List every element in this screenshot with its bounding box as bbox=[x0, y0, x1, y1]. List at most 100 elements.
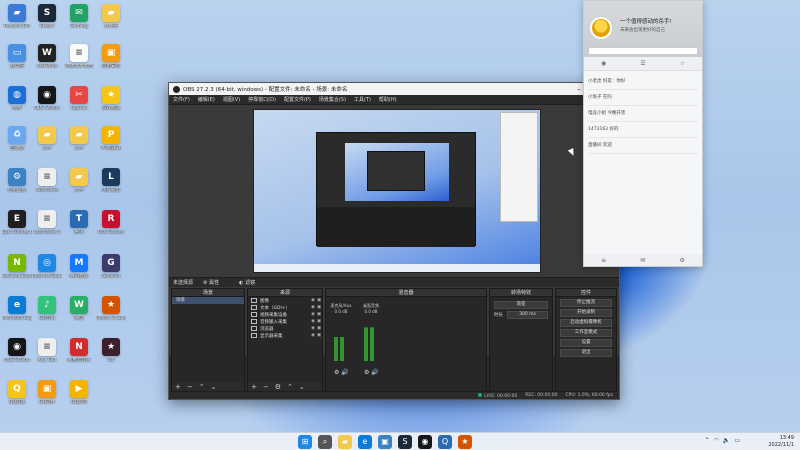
desktop-icon[interactable]: ▣ 应用安装 bbox=[96, 44, 126, 69]
list-item[interactable]: 直播间 欢迎 bbox=[588, 138, 698, 154]
avatar[interactable] bbox=[590, 17, 612, 39]
desktop-icon[interactable]: ✂ CapCut bbox=[64, 86, 94, 111]
lock-icon[interactable]: ▣ bbox=[316, 312, 322, 317]
steam-icon[interactable]: S bbox=[398, 435, 412, 449]
desktop-icon[interactable]: ▰ 文件夹 bbox=[96, 4, 126, 29]
desktop-icon[interactable]: ≡ Warframe bbox=[32, 168, 62, 193]
start-recording-button[interactable]: 开始录制 bbox=[560, 309, 612, 317]
file-explorer-icon[interactable]: ▰ bbox=[338, 435, 352, 449]
edge-icon[interactable]: e bbox=[358, 435, 372, 449]
obs-window[interactable]: OBS 27.2.3 (64-bit, windows) - 配置文件: 未命名… bbox=[168, 82, 620, 400]
desktop-icon[interactable]: M 腾讯会议 bbox=[64, 254, 94, 279]
desktop-icon[interactable]: ≡ Warframe 2 bbox=[32, 210, 62, 235]
list-item[interactable]: 小老虎 好友：你好 bbox=[588, 74, 698, 90]
move-up-icon[interactable]: ⌃ bbox=[199, 383, 205, 391]
lock-icon[interactable]: ▣ bbox=[316, 305, 322, 310]
menu-profile[interactable]: 配置文件(P) bbox=[284, 96, 311, 103]
desktop-icon[interactable]: ◍ 网络 bbox=[2, 86, 32, 111]
virtual-camera-button[interactable]: 启动虚拟摄像机 bbox=[560, 319, 612, 327]
stop-streaming-button[interactable]: 停止推流 bbox=[560, 299, 612, 307]
taskbar-clock[interactable]: 13:49 2022/11/1 bbox=[768, 435, 794, 448]
space-icon[interactable]: ☆ bbox=[680, 60, 685, 67]
store-icon[interactable]: ▣ bbox=[378, 435, 392, 449]
mute-icon[interactable]: ⚙ 🔊 bbox=[364, 369, 379, 376]
desktop-icon[interactable]: Q QQ游戏 bbox=[2, 380, 32, 405]
list-item[interactable]: 电竞小组 今晚开黑 bbox=[588, 106, 698, 122]
menu-edit[interactable]: 编辑(E) bbox=[198, 96, 215, 103]
desktop-icon[interactable]: ★ Sal bbox=[96, 338, 126, 363]
desktop-icon[interactable]: ♪ QQ音乐 bbox=[32, 296, 62, 321]
desktop-icon[interactable]: N GeForce Experience bbox=[2, 254, 32, 279]
scene-item[interactable]: 场景 bbox=[172, 297, 244, 304]
desktop-icon[interactable]: ★ 游戏加速 bbox=[96, 86, 126, 111]
contacts-icon[interactable]: ☰ bbox=[640, 60, 645, 67]
lock-icon[interactable]: ▣ bbox=[316, 298, 322, 303]
settings-icon[interactable]: ⚙ bbox=[679, 257, 684, 264]
desktop-icon[interactable]: e Microsoft Edge bbox=[2, 296, 32, 321]
obs-titlebar[interactable]: OBS 27.2.3 (64-bit, windows) - 配置文件: 未命名… bbox=[169, 83, 619, 95]
desktop-icon[interactable]: ◉ OBS Studio bbox=[32, 86, 62, 111]
search-input[interactable] bbox=[588, 47, 698, 55]
lock-icon[interactable]: ▣ bbox=[316, 326, 322, 331]
exit-button[interactable]: 退出 bbox=[560, 349, 612, 357]
menu-file[interactable]: 文件(F) bbox=[173, 96, 190, 103]
qq-icon[interactable]: Q bbox=[438, 435, 452, 449]
properties-button[interactable]: ⚙ 属性 bbox=[203, 279, 229, 286]
battery-icon[interactable]: ▭ bbox=[734, 437, 740, 444]
mail-icon[interactable]: ✉ bbox=[640, 257, 645, 264]
desktop-icon[interactable]: ◎ Internet Download bbox=[32, 254, 62, 279]
desktop-icon[interactable]: ▰ 文件 bbox=[32, 126, 62, 151]
filters-button[interactable]: ◐ 滤镜 bbox=[239, 279, 265, 286]
source-item[interactable]: 音频输入采集 ◉ ▣ bbox=[248, 318, 322, 325]
lock-icon[interactable]: ▣ bbox=[316, 333, 322, 338]
desktop-icon[interactable]: ▰ 文件 bbox=[64, 168, 94, 193]
desktop-icon[interactable]: W 微信 bbox=[64, 296, 94, 321]
source-item[interactable]: 浏览器 ◉ ▣ bbox=[248, 325, 322, 332]
gear-icon[interactable]: ⚙ bbox=[275, 383, 281, 391]
menu-help[interactable]: 帮助(H) bbox=[379, 96, 397, 103]
desktop-icon[interactable]: ◉ OBS Studio bbox=[2, 338, 32, 363]
duration-input[interactable]: 300 ms bbox=[507, 311, 548, 319]
obs-icon[interactable]: ◉ bbox=[418, 435, 432, 449]
desktop-icon[interactable]: ≡ Key Tool bbox=[32, 338, 62, 363]
game-icon[interactable]: ★ bbox=[458, 435, 472, 449]
desktop-icon[interactable]: R Riot Games bbox=[96, 210, 126, 235]
desktop-icon[interactable]: ⚙ 控制面板 bbox=[2, 168, 32, 193]
menu-view[interactable]: 视图(V) bbox=[223, 96, 240, 103]
list-item[interactable]: 1473163 好的 bbox=[588, 122, 698, 138]
desktop-icon[interactable]: ≡ 新建文本文档 bbox=[64, 44, 94, 69]
add-icon[interactable]: + bbox=[175, 383, 181, 391]
qq-panel[interactable]: 一个值得感动的杀手! 未来会出现更好的自己 ◉ ☰ ☆ 小老虎 好友：你好 小兔子… bbox=[583, 0, 703, 267]
add-icon[interactable]: + bbox=[251, 383, 257, 391]
source-item[interactable]: 文本（GDI+） ◉ ▣ bbox=[248, 304, 322, 311]
desktop-icon[interactable]: T 腾讯 bbox=[64, 210, 94, 235]
transition-select[interactable]: 渐变 bbox=[494, 301, 548, 309]
desktop-icon[interactable]: ▭ 此电脑 bbox=[2, 44, 32, 69]
move-down-icon[interactable]: ⌄ bbox=[299, 383, 305, 391]
desktop-icon[interactable]: ★ Plants vs Zombies bbox=[96, 296, 126, 321]
remove-icon[interactable]: − bbox=[187, 383, 193, 391]
chevron-up-icon[interactable]: ⌃ bbox=[705, 437, 710, 444]
desktop-icon[interactable]: N 网易云音乐 bbox=[64, 338, 94, 363]
search-icon[interactable]: ⌕ bbox=[318, 435, 332, 449]
menu-tools[interactable]: 工具(T) bbox=[354, 96, 371, 103]
menu-icon[interactable]: ≡ bbox=[601, 257, 606, 264]
desktop-icon[interactable]: ▰ 文件 bbox=[64, 126, 94, 151]
windows-icon[interactable]: ⊞ bbox=[298, 435, 312, 449]
volume-icon[interactable]: 🔈 bbox=[723, 437, 730, 444]
desktop-icon[interactable]: ▶ QQ影音 bbox=[64, 380, 94, 405]
wifi-icon[interactable]: ◠ bbox=[714, 437, 719, 444]
mute-icon[interactable]: ⚙ 🔊 bbox=[334, 369, 349, 376]
desktop-icon[interactable]: E Epic Games Launcher bbox=[2, 210, 32, 235]
settings-button[interactable]: 设置 bbox=[560, 339, 612, 347]
move-up-icon[interactable]: ⌃ bbox=[287, 383, 293, 391]
move-down-icon[interactable]: ⌄ bbox=[211, 383, 217, 391]
messages-icon[interactable]: ◉ bbox=[601, 60, 606, 67]
desktop-icon[interactable]: P PP加速器 bbox=[96, 126, 126, 151]
desktop-icon[interactable]: S Steam bbox=[32, 4, 62, 29]
source-item[interactable]: 显示器采集 ◉ ▣ bbox=[248, 332, 322, 339]
list-item[interactable]: 小兔子 在吗 bbox=[588, 90, 698, 106]
source-item[interactable]: 视频采集设备 ◉ ▣ bbox=[248, 311, 322, 318]
desktop-icon[interactable]: ▣ QQ软件 bbox=[32, 380, 62, 405]
desktop-icon[interactable]: ▰ Recycle Bin bbox=[2, 4, 32, 29]
